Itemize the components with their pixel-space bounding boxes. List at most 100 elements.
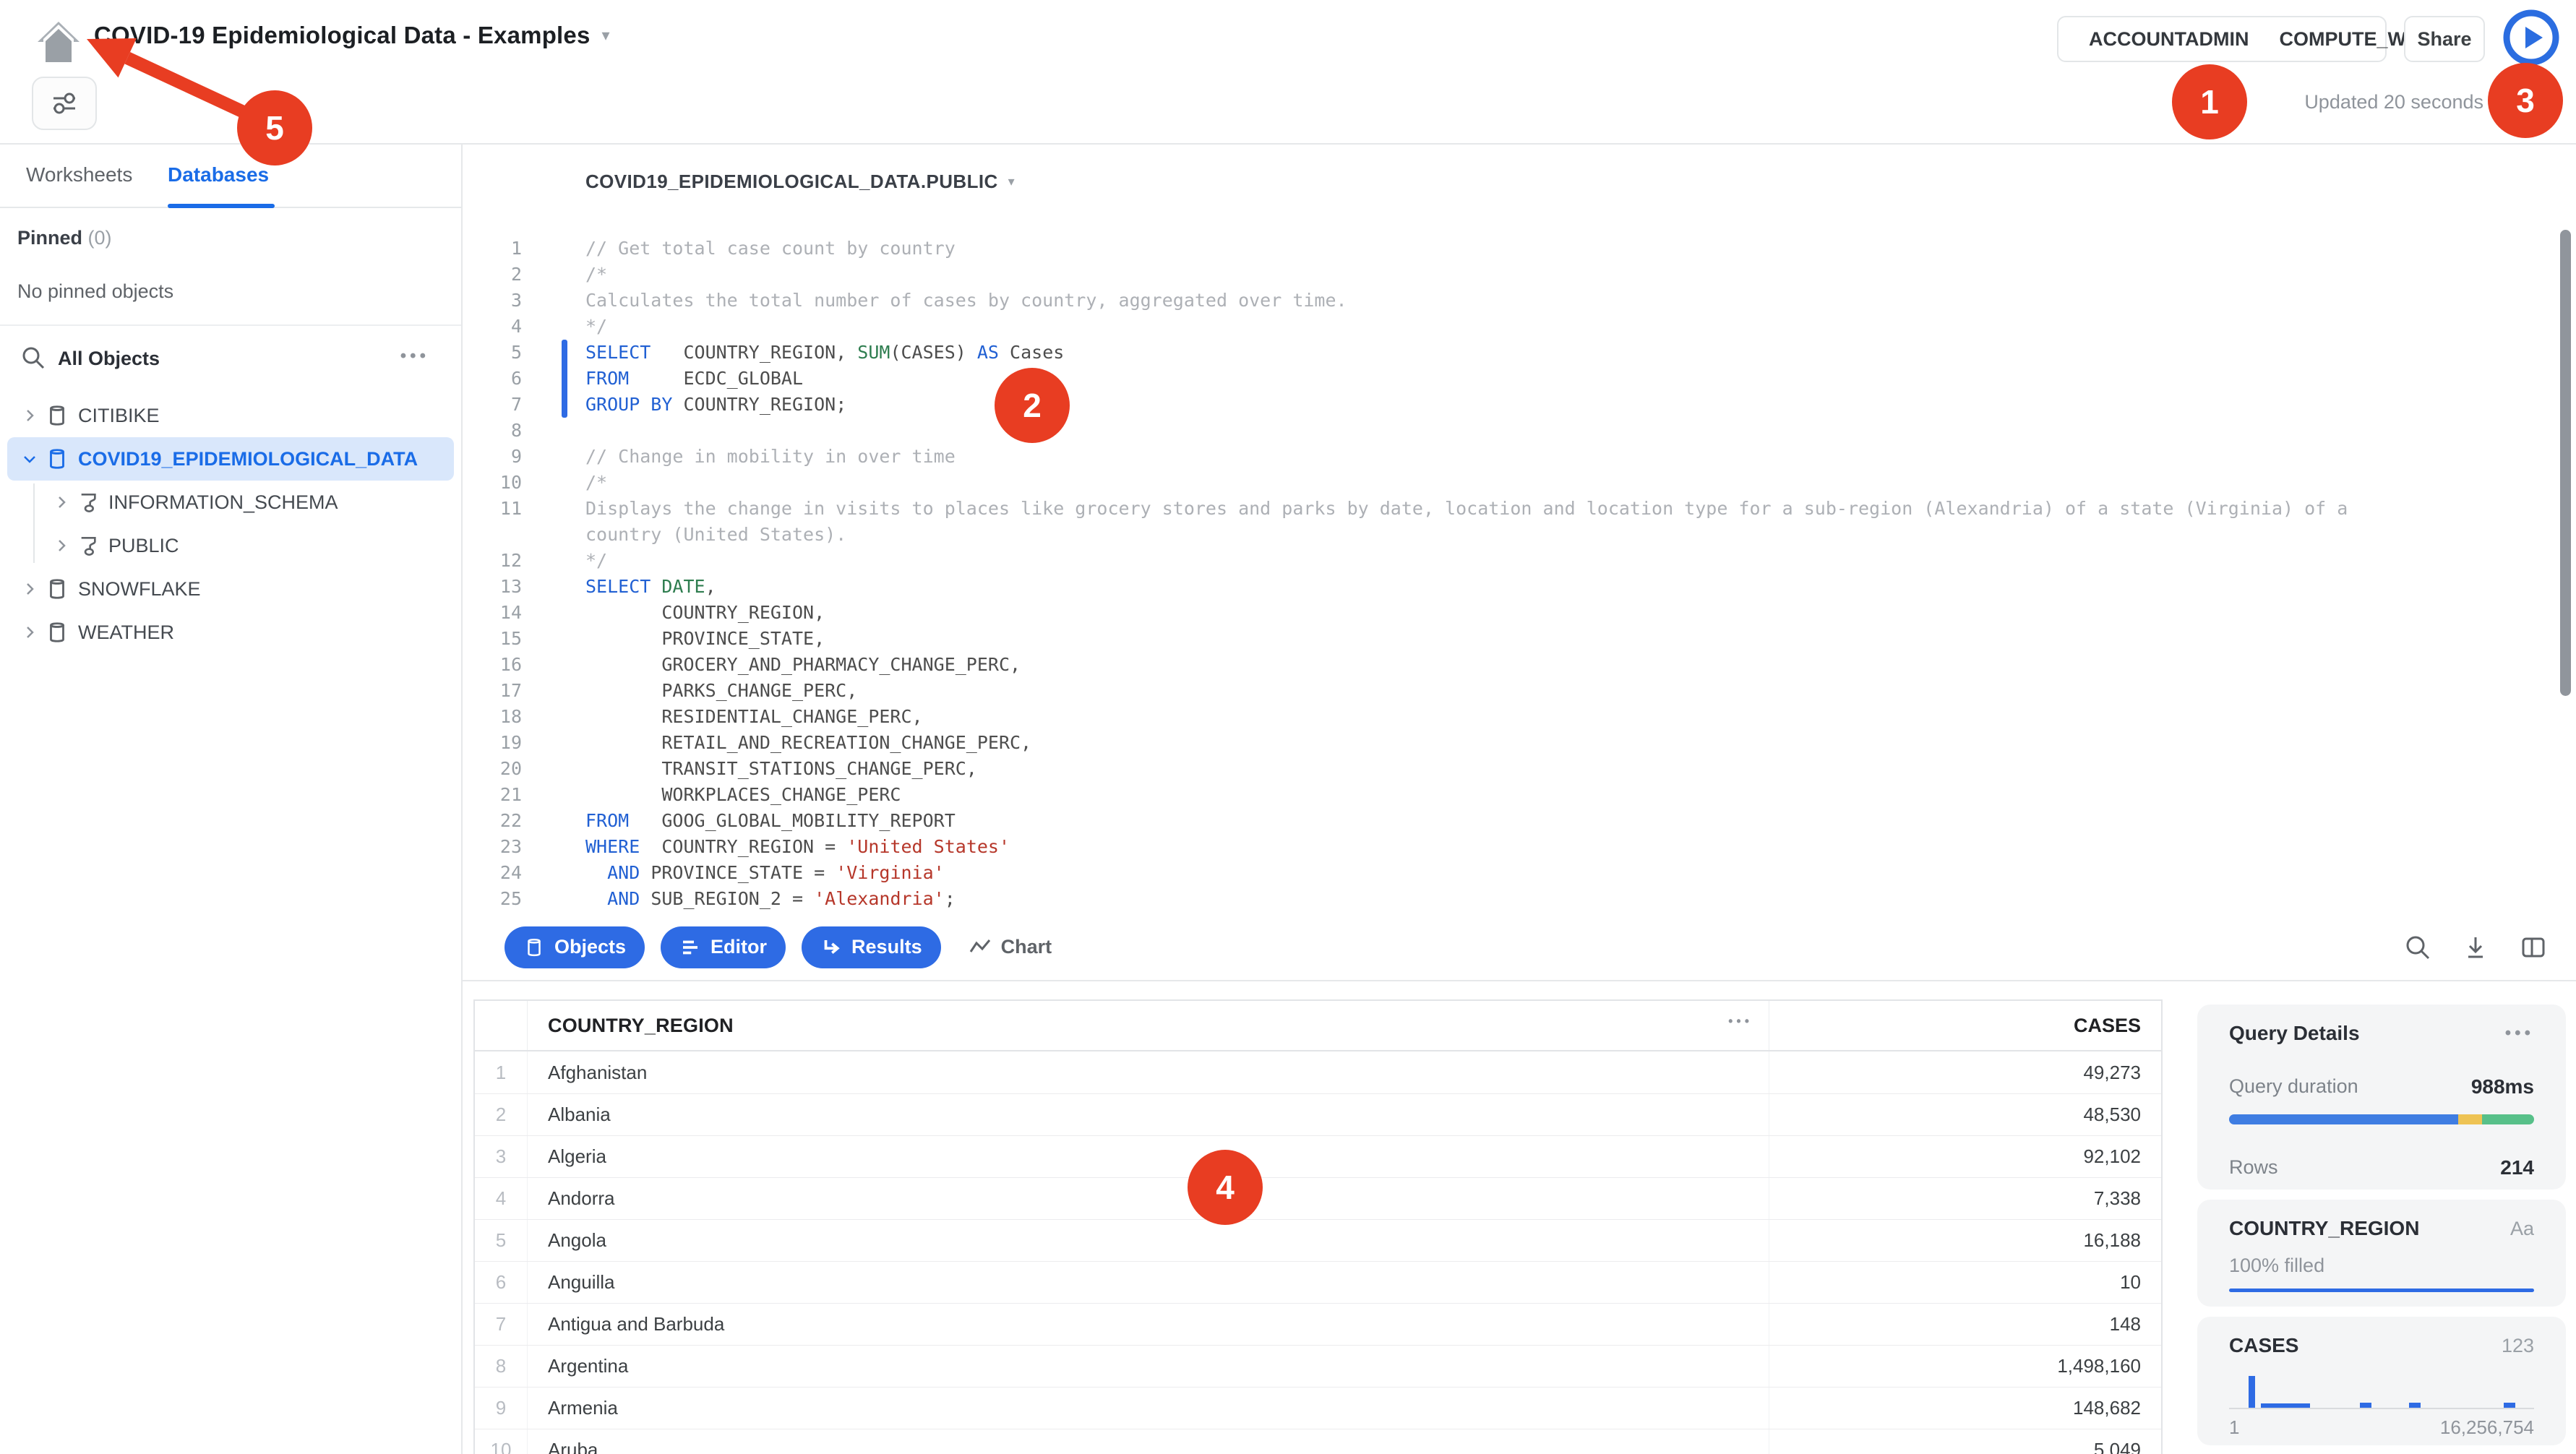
cell-cases[interactable]: 10	[1769, 1262, 2163, 1303]
code-line: /*	[585, 262, 2348, 288]
pinned-label: Pinned (0)	[17, 227, 112, 249]
sidebar-item-weather[interactable]: WEATHER	[7, 611, 454, 654]
chart-label: Chart	[1001, 936, 1052, 958]
tree-indent-guide	[33, 483, 35, 563]
text-type-icon: Aa	[2510, 1218, 2534, 1240]
cell-cases[interactable]: 48,530	[1769, 1094, 2163, 1135]
code-line	[585, 418, 2348, 444]
histogram-bar	[2409, 1403, 2421, 1408]
column-header-country-region[interactable]: COUNTRY_REGION •••	[527, 1001, 1769, 1050]
cell-country-region[interactable]: Angola	[527, 1220, 1769, 1261]
table-row[interactable]: 6Anguilla10	[475, 1261, 2161, 1303]
code-line: // Change in mobility in over time	[585, 444, 2348, 470]
schema-icon	[77, 534, 100, 557]
objects-more-menu[interactable]: •••	[400, 346, 429, 366]
query-details-more-menu[interactable]: •••	[2505, 1023, 2534, 1044]
role-warehouse-selector[interactable]: ACCOUNTADMIN COMPUTE_WH	[2057, 16, 2387, 62]
object-search-row[interactable]: All Objects •••	[0, 326, 461, 392]
share-button[interactable]: Share	[2404, 16, 2485, 62]
chevron-right-icon[interactable]	[19, 581, 40, 597]
tab-databases[interactable]: Databases	[168, 163, 269, 186]
sidebar-item-snowflake[interactable]: SNOWFLAKE	[7, 567, 454, 611]
code-line: SELECT DATE,	[585, 574, 2348, 600]
cell-country-region[interactable]: Algeria	[527, 1136, 1769, 1177]
database-tree: CITIBIKE COVID19_EPIDEMIOLOGICAL_DATA INFO…	[0, 392, 461, 654]
rows-label: Rows	[2229, 1156, 2278, 1179]
country-region-stats-card: COUNTRY_REGION Aa 100% filled	[2197, 1200, 2566, 1307]
tree-item-label: WEATHER	[78, 621, 174, 644]
database-icon	[523, 937, 545, 958]
row-number: 6	[475, 1271, 527, 1294]
cell-cases[interactable]: 92,102	[1769, 1136, 2163, 1177]
cell-country-region[interactable]: Antigua and Barbuda	[527, 1304, 1769, 1345]
toggle-results[interactable]: Results	[802, 926, 941, 968]
tree-item-label: CITIBIKE	[78, 405, 160, 427]
chevron-right-icon[interactable]	[51, 538, 72, 554]
chevron-down-icon[interactable]	[19, 451, 40, 467]
sidebar-item-information_schema[interactable]: INFORMATION_SCHEMA	[7, 481, 454, 524]
cases-histogram	[2229, 1363, 2534, 1409]
tab-worksheets[interactable]: Worksheets	[26, 163, 132, 186]
rows-value: 214	[2500, 1156, 2534, 1179]
cell-cases[interactable]: 5,049	[1769, 1429, 2163, 1454]
toggle-objects[interactable]: Objects	[505, 926, 645, 968]
table-row[interactable]: 10Aruba5,049	[475, 1429, 2161, 1454]
code-area[interactable]: // Get total case count by country/*Calc…	[585, 236, 2348, 912]
tree-item-label: COVID19_EPIDEMIOLOGICAL_DATA	[78, 448, 418, 470]
cell-cases[interactable]: 1,498,160	[1769, 1346, 2163, 1387]
snowsight-app: COVID-19 Epidemiological Data - Examples…	[0, 0, 2576, 1454]
histogram-bar	[2504, 1403, 2515, 1408]
worksheet-title-dropdown[interactable]: COVID-19 Epidemiological Data - Examples…	[94, 22, 610, 49]
current-role: ACCOUNTADMIN	[2089, 28, 2249, 51]
cell-cases[interactable]: 148	[1769, 1304, 2163, 1345]
toggle-chart[interactable]: Chart	[969, 936, 1052, 958]
table-row[interactable]: 4Andorra7,338	[475, 1177, 2161, 1219]
duration-value: 988ms	[2471, 1075, 2534, 1098]
table-row[interactable]: 3Algeria92,102	[475, 1135, 2161, 1177]
search-results-icon[interactable]	[2404, 934, 2431, 961]
column-header-cases[interactable]: CASES	[1769, 1001, 2163, 1050]
cell-country-region[interactable]: Armenia	[527, 1388, 1769, 1429]
cell-country-region[interactable]: Argentina	[527, 1346, 1769, 1387]
toggle-editor[interactable]: Editor	[661, 926, 786, 968]
cell-cases[interactable]: 16,188	[1769, 1220, 2163, 1261]
download-icon[interactable]	[2462, 934, 2489, 961]
cell-cases[interactable]: 7,338	[1769, 1178, 2163, 1219]
split-panel-icon[interactable]	[2520, 934, 2547, 961]
chevron-right-icon[interactable]	[51, 494, 72, 510]
cell-cases[interactable]: 49,273	[1769, 1051, 2163, 1093]
sidebar-item-citibike[interactable]: CITIBIKE	[7, 394, 454, 437]
duration-segment	[2482, 1114, 2534, 1124]
cell-country-region[interactable]: Anguilla	[527, 1262, 1769, 1303]
table-row[interactable]: 7Antigua and Barbuda148	[475, 1303, 2161, 1345]
home-icon[interactable]	[33, 17, 84, 68]
annotation-circle-2: 2	[995, 368, 1070, 443]
chevron-right-icon[interactable]	[19, 408, 40, 423]
worksheet-filters-button[interactable]	[32, 77, 97, 130]
column-more-menu[interactable]: •••	[1728, 1014, 1753, 1029]
sidebar-item-covid19_epidemiological_data[interactable]: COVID19_EPIDEMIOLOGICAL_DATA	[7, 437, 454, 481]
cell-country-region[interactable]: Aruba	[527, 1429, 1769, 1454]
cell-country-region[interactable]: Andorra	[527, 1178, 1769, 1219]
run-button[interactable]	[2501, 7, 2562, 68]
table-row[interactable]: 2Albania48,530	[475, 1093, 2161, 1135]
table-row[interactable]: 9Armenia148,682	[475, 1387, 2161, 1429]
current-warehouse: COMPUTE_WH	[2279, 28, 2420, 51]
cell-cases[interactable]: 148,682	[1769, 1388, 2163, 1429]
table-row[interactable]: 8Argentina1,498,160	[475, 1345, 2161, 1387]
code-line: GROUP BY COUNTRY_REGION;	[585, 392, 2348, 418]
fill-bar	[2229, 1289, 2534, 1292]
code-line: // Get total case count by country	[585, 236, 2348, 262]
context-database-selector[interactable]: COVID19_EPIDEMIOLOGICAL_DATA.PUBLIC ▾	[585, 171, 1015, 193]
editor-scrollbar[interactable]	[2560, 230, 2571, 696]
sidebar-tabs: Worksheets Databases	[0, 145, 461, 208]
cell-country-region[interactable]: Albania	[527, 1094, 1769, 1135]
return-arrow-icon	[820, 937, 842, 958]
sidebar-item-public[interactable]: PUBLIC	[7, 524, 454, 567]
chevron-right-icon[interactable]	[19, 624, 40, 640]
table-row[interactable]: 5Angola16,188	[475, 1219, 2161, 1261]
cell-country-region[interactable]: Afghanistan	[527, 1051, 1769, 1093]
table-row[interactable]: 1Afghanistan49,273	[475, 1051, 2161, 1093]
current-statement-indicator	[562, 340, 567, 418]
code-line: Displays the change in visits to places …	[585, 496, 2348, 522]
